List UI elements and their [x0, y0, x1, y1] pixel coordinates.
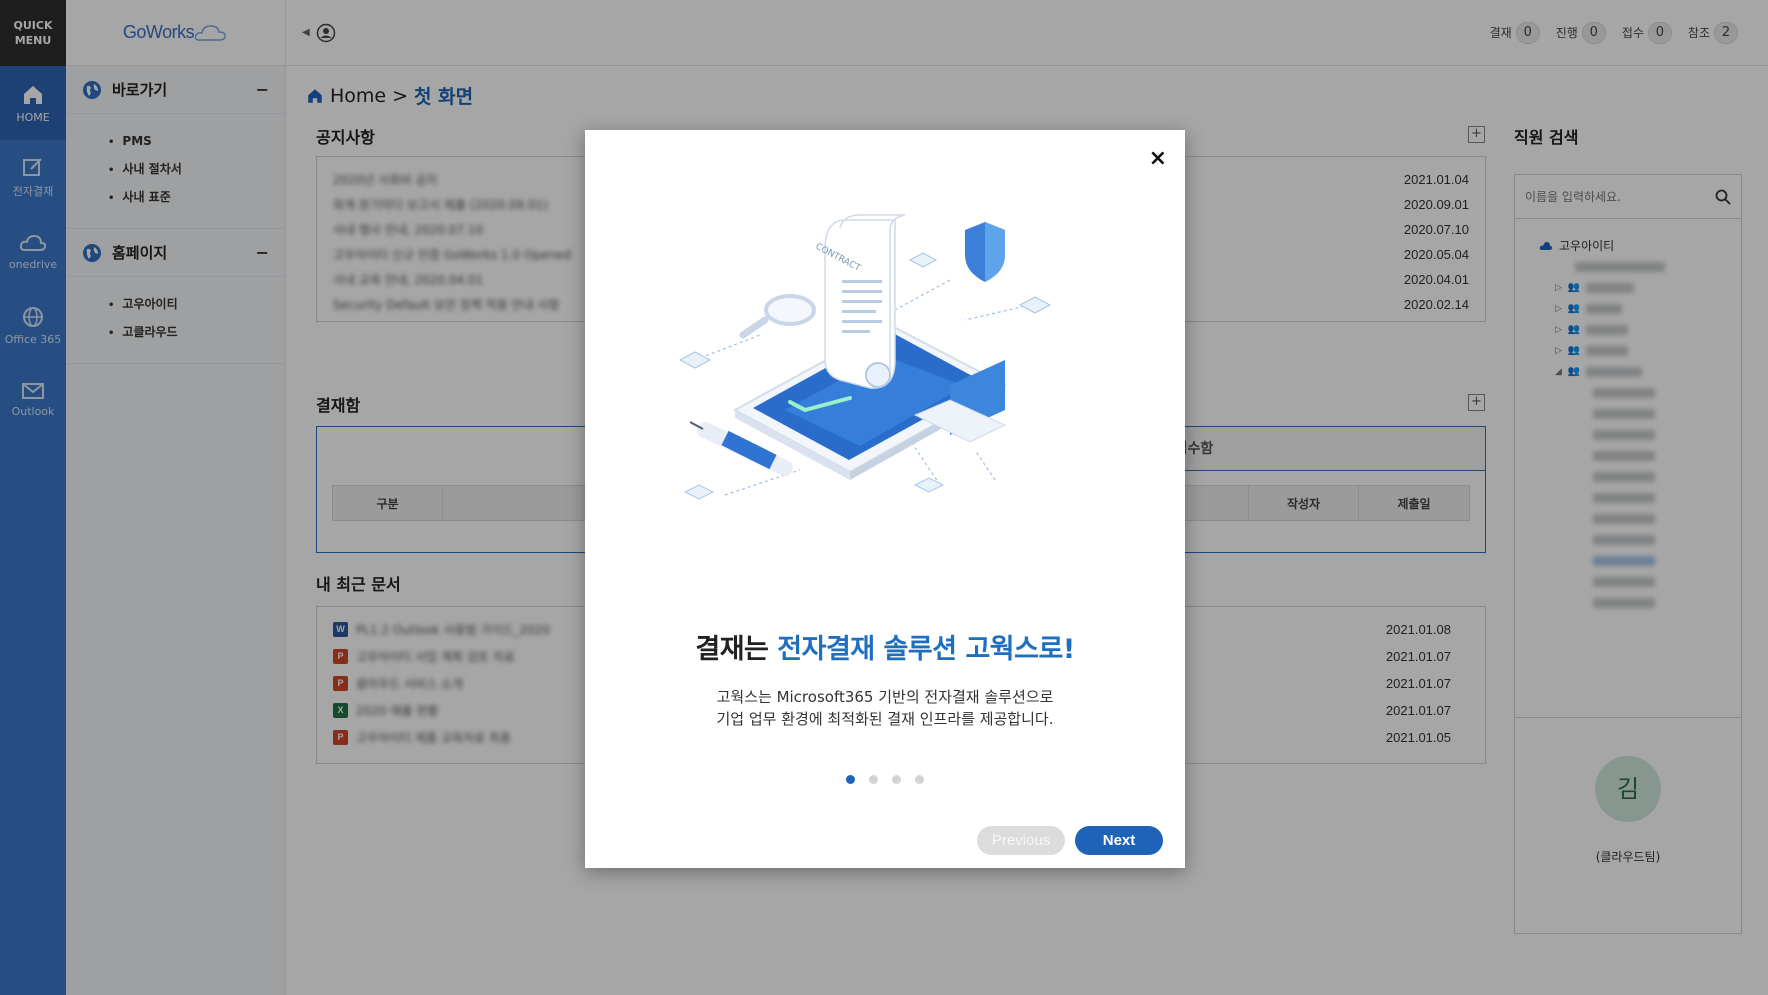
carousel-pager [585, 775, 1185, 784]
modal-headline: 결재는 전자결재 솔루션 고웍스로! [585, 627, 1185, 666]
onboarding-modal: × CONTRACT 결재는 전자결재 솔루션 고웍스로! 고웍스는 Micro… [585, 130, 1185, 868]
carousel-dot[interactable] [869, 775, 878, 784]
modal-description: 고웍스는 Microsoft365 기반의 전자결재 솔루션으로 기업 업무 환… [585, 686, 1185, 730]
app-root: QUICK MENU HOME 전자결재 onedrive Office 365… [0, 0, 1768, 995]
description-line: 기업 업무 환경에 최적화된 결재 인프라를 제공합니다. [716, 710, 1054, 728]
contract-illustration: CONTRACT [678, 214, 1052, 500]
close-button[interactable]: × [1149, 146, 1167, 171]
next-button[interactable]: Next [1075, 826, 1163, 855]
headline-plain: 결재는 [695, 634, 778, 665]
carousel-dot[interactable] [915, 775, 924, 784]
carousel-dot[interactable] [846, 775, 855, 784]
previous-button[interactable]: Previous [977, 826, 1065, 855]
description-line: 고웍스는 Microsoft365 기반의 전자결재 솔루션으로 [716, 688, 1054, 706]
carousel-dot[interactable] [892, 775, 901, 784]
headline-highlight: 전자결재 솔루션 고웍스로! [777, 634, 1075, 665]
